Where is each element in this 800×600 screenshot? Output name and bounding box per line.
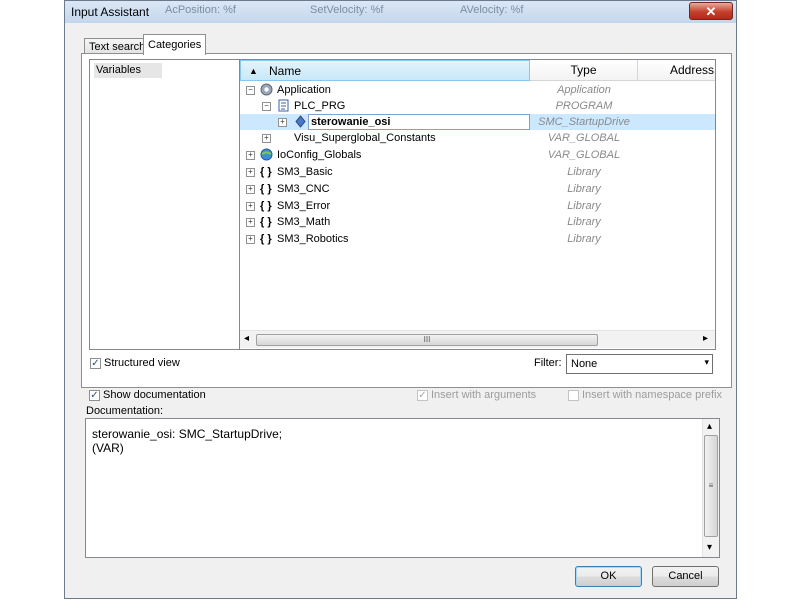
tree-row-selected[interactable]: + sterowanie_osi SMC_StartupDrive — [240, 114, 715, 130]
tree-row[interactable]: + { } SM3_Error Library — [240, 198, 715, 214]
chevron-down-icon: ▾ — [704, 357, 709, 367]
column-header-address[interactable]: Address — [638, 60, 715, 81]
insert-with-arguments-checkbox[interactable]: ✓ — [417, 390, 428, 401]
close-icon: ✕ — [705, 4, 717, 19]
row-type: Library — [567, 216, 601, 228]
scroll-up-icon[interactable]: ▴ — [707, 421, 712, 432]
row-type: SMC_StartupDrive — [538, 116, 630, 128]
row-type: PROGRAM — [555, 100, 613, 112]
tab-panel: Variables ▲ Name Type Address − Applicat… — [81, 53, 732, 388]
row-name: Application — [277, 84, 331, 96]
expand-icon[interactable]: + — [278, 118, 287, 127]
tab-label: Text search — [89, 41, 146, 53]
row-name: SM3_Basic — [277, 166, 333, 178]
collapse-icon[interactable]: − — [262, 102, 271, 111]
expand-icon[interactable]: + — [246, 235, 255, 244]
tree-row[interactable]: + Visu_Superglobal_Constants VAR_GLOBAL — [240, 130, 715, 146]
scrollbar-thumb[interactable]: ≡ — [704, 435, 718, 537]
show-documentation-label[interactable]: Show documentation — [103, 389, 206, 402]
row-type: VAR_GLOBAL — [547, 149, 621, 161]
column-label: Name — [269, 64, 302, 78]
insert-with-arguments-label[interactable]: Insert with arguments — [431, 389, 536, 402]
row-name: SM3_Math — [277, 216, 331, 228]
tree-row[interactable]: + IoConfig_Globals VAR_GLOBAL — [240, 147, 715, 163]
library-icon: { } — [260, 183, 272, 195]
scroll-left-icon[interactable]: ◂ — [244, 333, 249, 344]
tree-row[interactable]: − Application Application — [240, 82, 715, 98]
filter-select[interactable]: None ▾ — [566, 354, 713, 374]
globe-icon — [260, 148, 273, 161]
library-icon: { } — [260, 166, 272, 178]
library-icon: { } — [260, 216, 272, 228]
vertical-scrollbar[interactable]: ▴ ≡ ▾ — [702, 419, 719, 557]
collapse-icon[interactable]: − — [246, 86, 255, 95]
row-name: SM3_Error — [277, 200, 331, 212]
row-type: Library — [567, 166, 601, 178]
row-name: PLC_PRG — [294, 100, 346, 112]
structured-view-checkbox[interactable]: ✓ — [90, 358, 101, 369]
ok-button[interactable]: OK — [575, 566, 642, 587]
tree-header: ▲ Name Type Address — [240, 60, 715, 82]
close-button[interactable]: ✕ — [689, 2, 733, 20]
horizontal-scrollbar[interactable]: ◂ III ▸ — [240, 330, 715, 348]
tree-row[interactable]: − PLC_PRG PROGRAM — [240, 98, 715, 114]
window-title: Input Assistant — [71, 5, 150, 19]
expand-icon[interactable]: + — [262, 134, 271, 143]
row-name: sterowanie_osi — [311, 116, 391, 128]
row-type: Library — [567, 200, 601, 212]
filter-label: Filter: — [534, 357, 562, 369]
scroll-down-icon[interactable]: ▾ — [707, 542, 712, 553]
library-icon: { } — [260, 200, 272, 212]
sort-ascending-icon: ▲ — [249, 66, 258, 76]
tab-categories[interactable]: Categories — [143, 34, 207, 55]
tree-row[interactable]: + { } SM3_Basic Library — [240, 164, 715, 180]
gear-icon — [260, 83, 273, 96]
row-type: Application — [557, 84, 611, 96]
documentation-text: sterowanie_osi: SMC_StartupDrive; (VAR) — [92, 427, 283, 455]
scrollbar-thumb[interactable]: III — [256, 334, 598, 346]
ghost-title: AVelocity: %f — [460, 4, 524, 16]
tab-label: Categories — [148, 39, 202, 51]
ghost-title: AcPosition: %f — [165, 4, 236, 16]
expand-icon[interactable]: + — [246, 218, 255, 227]
filter-value: None — [571, 358, 598, 370]
variable-icon — [295, 115, 306, 128]
column-header-type[interactable]: Type — [530, 60, 638, 81]
scroll-right-icon[interactable]: ▸ — [703, 333, 708, 344]
show-documentation-checkbox[interactable]: ✓ — [89, 390, 100, 401]
row-name: IoConfig_Globals — [277, 149, 362, 161]
expand-icon[interactable]: + — [246, 202, 255, 211]
tree-row[interactable]: + { } SM3_Robotics Library — [240, 231, 715, 247]
tree-row[interactable]: + { } SM3_CNC Library — [240, 181, 715, 197]
row-type: Library — [567, 233, 601, 245]
cancel-button[interactable]: Cancel — [652, 566, 719, 587]
tree-row[interactable]: + { } SM3_Math Library — [240, 214, 715, 230]
structured-view-label[interactable]: Structured view — [104, 357, 180, 370]
input-assistant-window: Input Assistant AcPosition: %f SetVeloci… — [64, 0, 737, 599]
category-list[interactable]: Variables — [89, 59, 240, 350]
title-bar[interactable]: Input Assistant AcPosition: %f SetVeloci… — [65, 1, 736, 23]
expand-icon[interactable]: + — [246, 168, 255, 177]
row-name: SM3_Robotics — [277, 233, 349, 245]
documentation-text-area[interactable]: sterowanie_osi: SMC_StartupDrive; (VAR) … — [85, 418, 720, 558]
row-name: Visu_Superglobal_Constants — [294, 132, 436, 144]
program-icon — [278, 99, 289, 112]
row-type: VAR_GLOBAL — [547, 132, 621, 144]
row-name: SM3_CNC — [277, 183, 330, 195]
category-item-variables[interactable]: Variables — [94, 63, 162, 78]
expand-icon[interactable]: + — [246, 185, 255, 194]
ghost-title: SetVelocity: %f — [310, 4, 384, 16]
insert-with-namespace-checkbox[interactable] — [568, 390, 579, 401]
row-type: Library — [567, 183, 601, 195]
insert-with-namespace-label[interactable]: Insert with namespace prefix — [582, 389, 722, 402]
expand-icon[interactable]: + — [246, 151, 255, 160]
documentation-label: Documentation: — [86, 405, 164, 417]
library-icon: { } — [260, 233, 272, 245]
symbol-tree[interactable]: ▲ Name Type Address − Application Applic… — [239, 59, 716, 350]
column-header-name[interactable]: ▲ Name — [240, 60, 530, 81]
